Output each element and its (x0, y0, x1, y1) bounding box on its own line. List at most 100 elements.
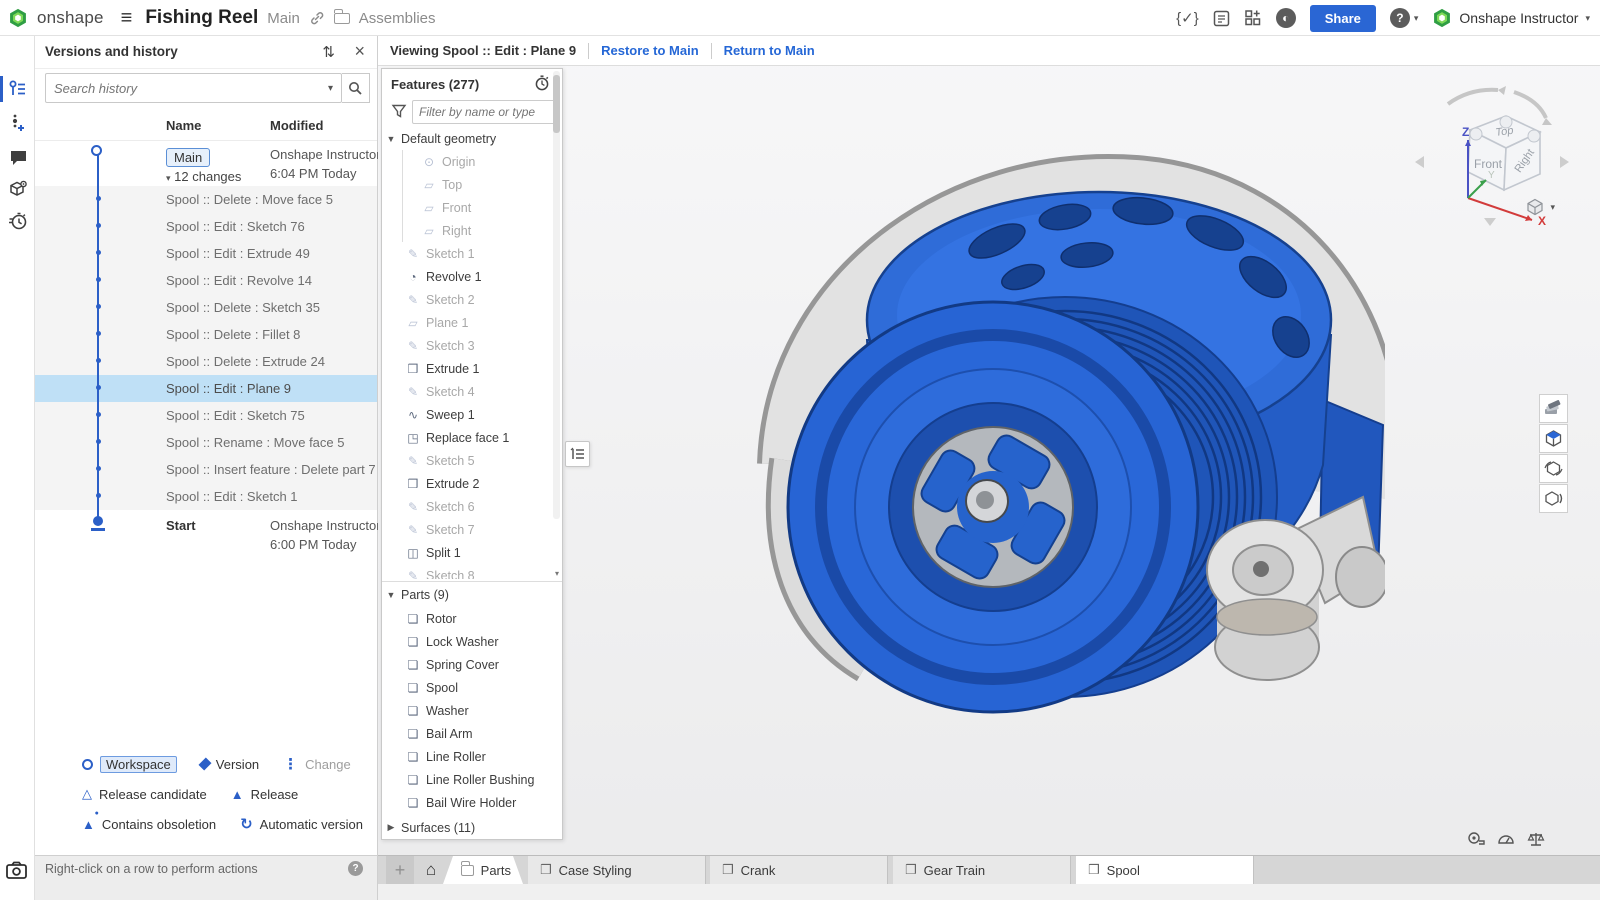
learning-center-icon[interactable]: ◐ (1276, 8, 1296, 28)
compare-versions-icon[interactable]: ⇅ (322, 43, 335, 61)
help-caret-icon[interactable]: ▾ (1414, 13, 1419, 24)
history-timer-icon[interactable] (7, 210, 29, 232)
tab-parts-folder[interactable]: Parts (443, 856, 523, 884)
isometric-view-button[interactable] (1539, 424, 1568, 453)
scrollbar-thumb[interactable] (553, 75, 560, 133)
part-item[interactable]: ❏Rotor (382, 607, 562, 630)
feature-plane-front[interactable]: ▱Front (382, 196, 562, 219)
named-views-button[interactable] (1539, 454, 1568, 483)
release-tasks-icon[interactable] (1213, 10, 1230, 27)
model-fishing-reel-spool[interactable] (735, 145, 1385, 715)
part-item[interactable]: ❏Spool (382, 676, 562, 699)
part-item[interactable]: ❏Bail Wire Holder (382, 791, 562, 814)
feature-extrude[interactable]: ❒Extrude 2 (382, 472, 562, 495)
tab-crank[interactable]: ❒ Crank (710, 856, 888, 884)
feature-sketch[interactable]: ✎Sketch 7 (382, 518, 562, 541)
screenshot-camera-icon[interactable] (6, 861, 28, 881)
feature-sketch[interactable]: ✎Sketch 2 (382, 288, 562, 311)
search-history-input[interactable] (54, 75, 314, 101)
feature-plane-top[interactable]: ▱Top (382, 173, 562, 196)
surfaces-group-header[interactable]: ▶Surfaces (11) (382, 816, 562, 839)
changes-expander[interactable]: ▾ 12 changes (166, 169, 241, 184)
history-change-row[interactable]: Spool :: Delete : Fillet 8 (35, 321, 377, 348)
versioned-links-icon[interactable]: {✓} (1176, 9, 1199, 27)
scale-icon[interactable] (1527, 831, 1545, 847)
parts-group-header[interactable]: ▼Parts (9) (382, 582, 562, 607)
section-view-button[interactable] (1539, 484, 1568, 513)
feature-plane-right[interactable]: ▱Right (382, 219, 562, 242)
rollback-timer-icon[interactable] (534, 75, 550, 91)
tab-gear-train[interactable]: ❒ Gear Train (893, 856, 1071, 884)
tab-case-styling[interactable]: ❒ Case Styling (528, 856, 706, 884)
feature-list-flyout-button[interactable] (565, 441, 590, 467)
history-row-start[interactable]: Start Onshape Instructor 6:00 PM Today (35, 510, 377, 560)
feature-revolve[interactable]: ◔Revolve 1 (382, 265, 562, 288)
user-avatar[interactable] (1432, 8, 1452, 28)
add-tab-button[interactable]: + (386, 856, 414, 884)
history-change-row[interactable]: Spool :: Delete : Extrude 24 (35, 348, 377, 375)
share-button[interactable]: Share (1310, 5, 1376, 32)
features-filter-input[interactable] (412, 100, 555, 124)
feature-extrude[interactable]: ❒Extrude 1 (382, 357, 562, 380)
main-workspace-chip[interactable]: Main (166, 148, 210, 167)
graphics-viewport[interactable]: Viewing Spool :: Edit : Plane 9 Restore … (378, 36, 1600, 900)
search-history-box[interactable]: ▾ (45, 73, 342, 103)
create-version-icon[interactable] (7, 112, 29, 134)
history-change-row[interactable]: Spool :: Edit : Revolve 14 (35, 267, 377, 294)
tab-spool-active[interactable]: ❒ Spool (1076, 856, 1254, 884)
history-row-main[interactable]: Main ▾ 12 changes Onshape Instructor 6:0… (35, 140, 377, 186)
view-options-button[interactable]: ▾ (1526, 198, 1555, 216)
history-change-row[interactable]: Spool :: Delete : Move face 5 (35, 186, 377, 213)
user-menu-caret-icon[interactable]: ▾ (1585, 13, 1590, 24)
workspace-node-icon[interactable] (91, 145, 102, 156)
feature-sketch[interactable]: ✎Sketch 5 (382, 449, 562, 472)
feature-sketch[interactable]: ✎Sketch 3 (382, 334, 562, 357)
workspace-name[interactable]: Main (267, 10, 300, 27)
home-tab-button[interactable]: ⌂ (416, 856, 446, 884)
publications-icon[interactable] (7, 178, 29, 200)
feature-sketch[interactable]: ✎Sketch 1 (382, 242, 562, 265)
help-icon[interactable]: ? (1390, 8, 1410, 28)
comments-icon[interactable] (7, 146, 29, 168)
restore-to-main-link[interactable]: Restore to Main (601, 43, 699, 58)
feature-sketch[interactable]: ✎Sketch 4 (382, 380, 562, 403)
part-item[interactable]: ❏Line Roller (382, 745, 562, 768)
default-geometry-group[interactable]: ▼Default geometry (382, 127, 562, 150)
start-version-node-icon[interactable] (93, 516, 103, 526)
part-item[interactable]: ❏Lock Washer (382, 630, 562, 653)
history-change-row[interactable]: Spool :: Edit : Extrude 49 (35, 240, 377, 267)
part-item[interactable]: ❏Washer (382, 699, 562, 722)
feature-sketch[interactable]: ✎Sketch 6 (382, 495, 562, 518)
history-change-row[interactable]: Spool :: Edit : Sketch 76 (35, 213, 377, 240)
feature-replace-face[interactable]: ◳Replace face 1 (382, 426, 562, 449)
feature-sweep[interactable]: ∿Sweep 1 (382, 403, 562, 426)
feature-sketch[interactable]: ✎Sketch 8 (382, 564, 562, 579)
part-item[interactable]: ❏Bail Arm (382, 722, 562, 745)
versions-history-icon[interactable] (7, 78, 29, 100)
history-change-row[interactable]: Spool :: Edit : Sketch 1 (35, 483, 377, 510)
features-scrollbar[interactable] (553, 71, 560, 519)
app-store-icon[interactable] (1244, 9, 1262, 27)
part-item[interactable]: ❏Line Roller Bushing (382, 768, 562, 791)
history-change-row[interactable]: Spool :: Delete : Sketch 35 (35, 294, 377, 321)
return-to-main-link[interactable]: Return to Main (724, 43, 815, 58)
search-options-caret-icon[interactable]: ▾ (328, 83, 333, 94)
filter-funnel-icon[interactable] (391, 103, 407, 119)
part-item[interactable]: ❏Spring Cover (382, 653, 562, 676)
main-menu-icon[interactable]: ≡ (121, 7, 133, 30)
search-button[interactable] (342, 73, 370, 103)
history-change-row[interactable]: Spool :: Edit : Sketch 75 (35, 402, 377, 429)
mass-properties-icon[interactable] (1497, 831, 1515, 847)
hint-help-icon[interactable]: ? (348, 861, 363, 876)
appearance-panel-button[interactable] (1539, 394, 1568, 423)
history-change-row-selected[interactable]: Spool :: Edit : Plane 9 (35, 375, 377, 402)
feature-origin[interactable]: ⊙Origin (382, 150, 562, 173)
close-panel-icon[interactable]: × (354, 41, 365, 62)
tape-measure-icon[interactable] (1467, 831, 1485, 847)
feature-split[interactable]: ◫Split 1 (382, 541, 562, 564)
history-change-row[interactable]: Spool :: Insert feature : Delete part 7 (35, 456, 377, 483)
link-icon[interactable] (309, 10, 325, 26)
feature-plane[interactable]: ▱Plane 1 (382, 311, 562, 334)
history-change-row[interactable]: Spool :: Rename : Move face 5 (35, 429, 377, 456)
breadcrumb-folder[interactable]: Assemblies (359, 10, 436, 27)
